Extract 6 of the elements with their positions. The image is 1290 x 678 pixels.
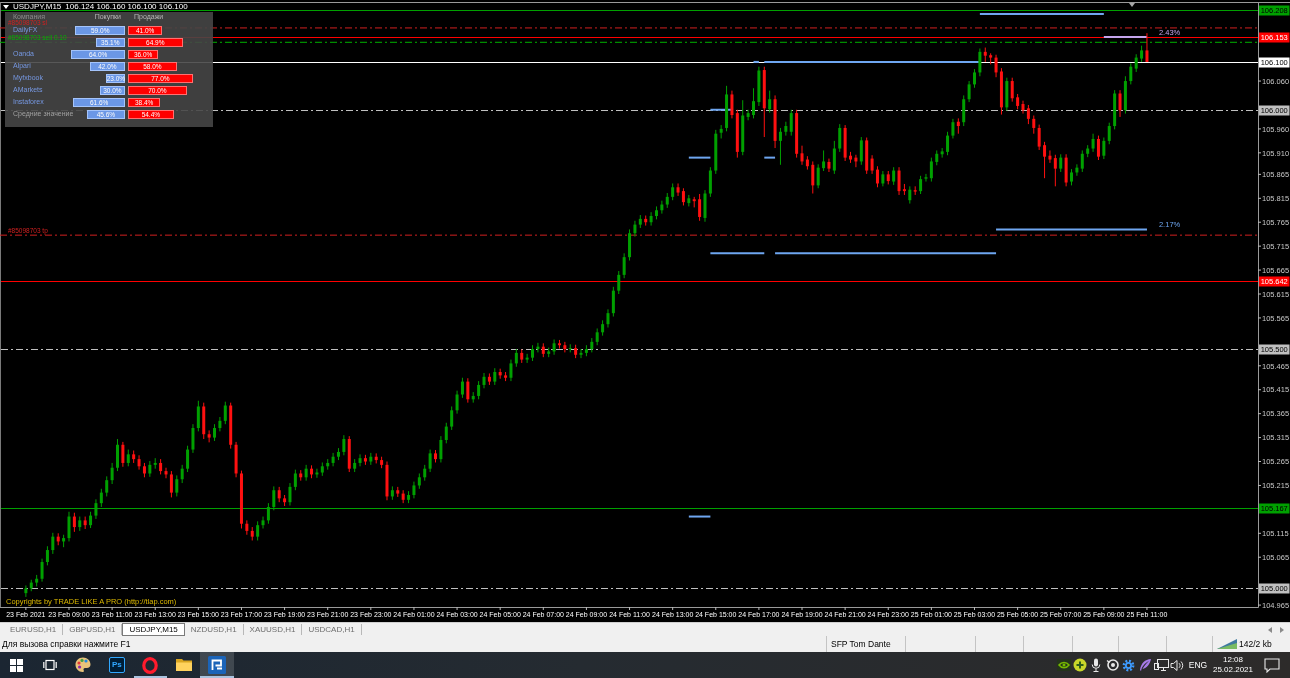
traffic-text: 142/2 kb [1239,639,1272,649]
chart-title: USDJPY,M15 [13,2,62,11]
ohlc-quote: 106.124 106.160 106.100 106.100 [65,2,188,11]
profile-name: SFP Tom Dante [831,639,891,649]
letter-tile-icon: Ps [108,657,125,673]
status-help-text: Для вызова справки нажмите F1 [2,639,131,649]
